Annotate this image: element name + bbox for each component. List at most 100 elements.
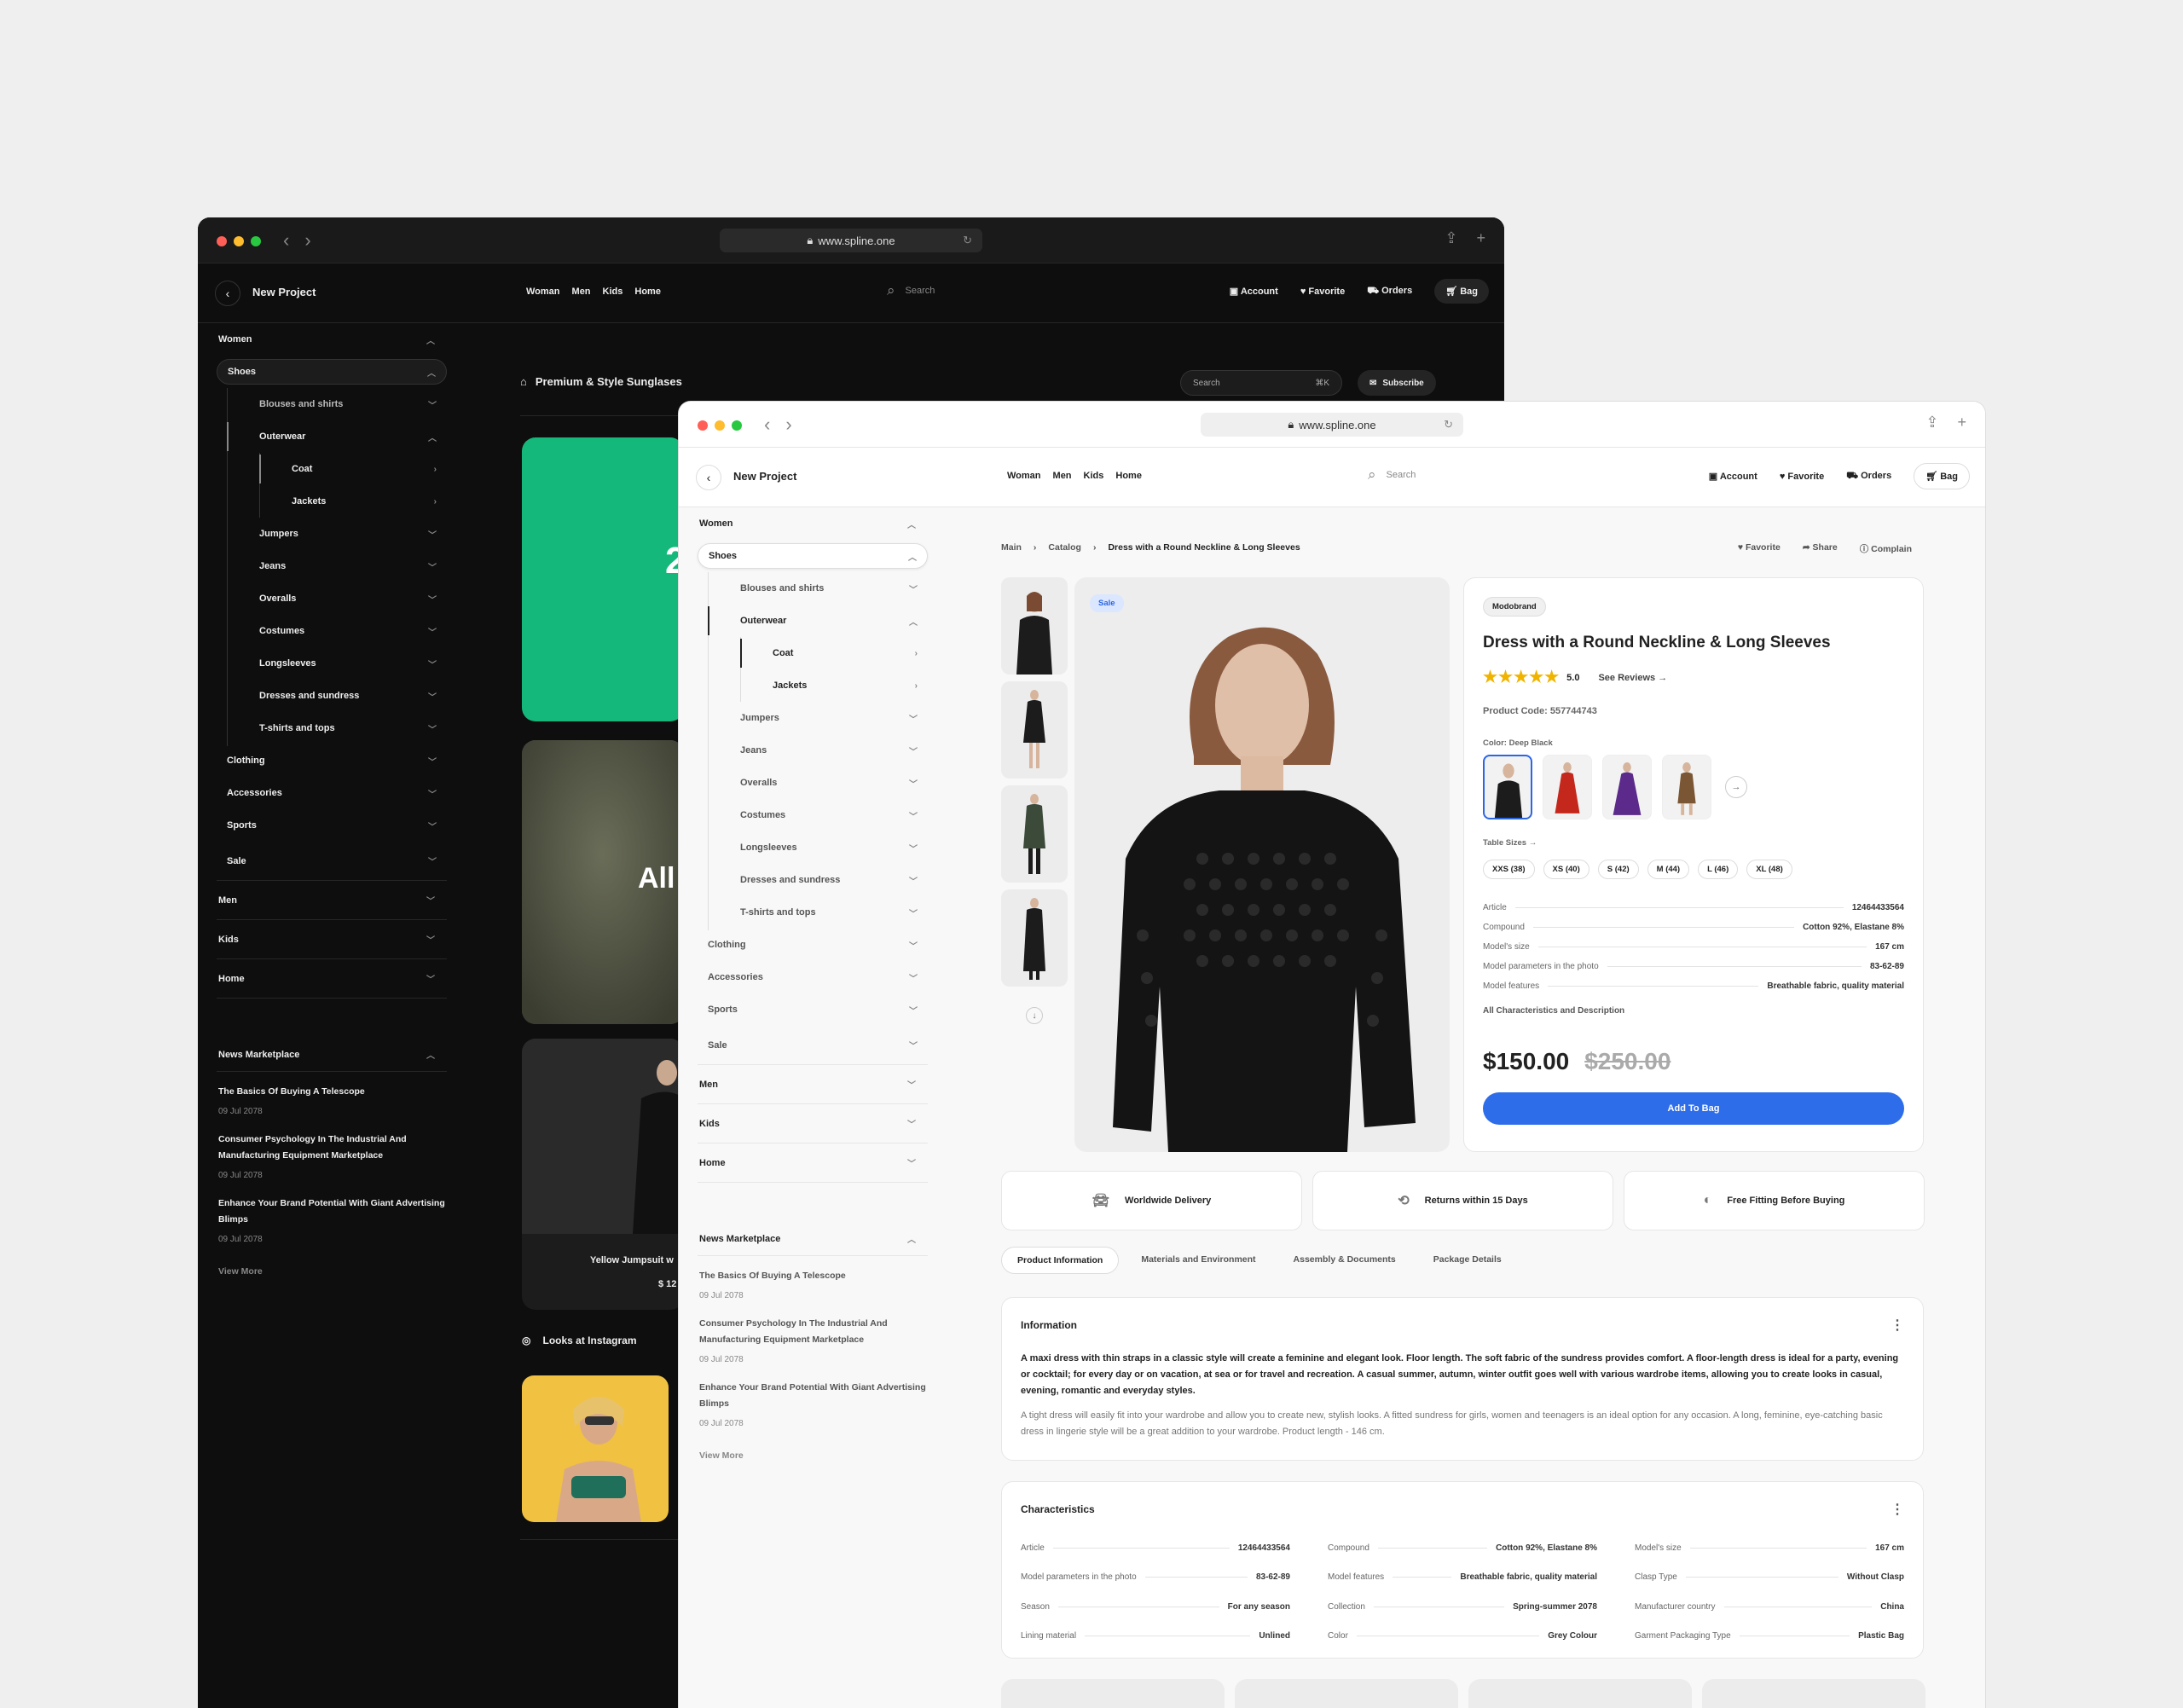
cat-overalls[interactable]: Overalls ﹀ <box>217 582 447 615</box>
cat-sports[interactable]: Sports ﹀ <box>217 809 447 842</box>
new-tab-icon[interactable]: + <box>1957 414 1966 431</box>
see-reviews-link[interactable]: See Reviews → <box>1598 673 1667 683</box>
cat-costumes[interactable]: Costumes ﹀ <box>698 799 928 831</box>
tab-package[interactable]: Package Details <box>1418 1247 1517 1274</box>
view-more-link[interactable]: View More <box>217 1248 447 1295</box>
reload-icon[interactable]: ↻ <box>963 234 972 247</box>
nav-home[interactable]: Home <box>1115 471 1142 481</box>
size-option[interactable]: XXS (38) <box>1483 860 1535 879</box>
cat-coat[interactable]: Coat › <box>217 453 447 485</box>
browser-nav-arrows[interactable]: ‹ › <box>764 414 792 436</box>
size-option[interactable]: XS (40) <box>1543 860 1589 879</box>
size-option[interactable]: S (42) <box>1597 860 1639 879</box>
tab-assembly[interactable]: Assembly & Documents <box>1278 1247 1411 1274</box>
thumbnail[interactable] <box>1001 785 1068 883</box>
thumbnail[interactable] <box>1001 889 1068 987</box>
account-link[interactable]: ▣ Account <box>1709 471 1757 482</box>
news-item[interactable]: Enhance Your Brand Potential With Giant … <box>217 1184 447 1248</box>
back-button[interactable]: ‹ <box>215 281 240 306</box>
size-option[interactable]: XL (48) <box>1746 860 1792 879</box>
view-more-link[interactable]: View More <box>698 1432 928 1479</box>
news-header[interactable]: News Marketplace ︿ <box>217 1038 447 1072</box>
cat-clothing[interactable]: Clothing ﹀ <box>217 744 447 777</box>
reload-icon[interactable]: ↻ <box>1444 418 1453 431</box>
cat-sale[interactable]: Sale ﹀ <box>698 1026 928 1065</box>
related-product-card[interactable] <box>1235 1679 1458 1708</box>
share-icon[interactable]: ⇪ <box>1925 414 1938 431</box>
color-swatch-purple[interactable] <box>1602 755 1652 819</box>
cat-dresses[interactable]: Dresses and sundress ﹀ <box>698 864 928 896</box>
nav-men[interactable]: Men <box>572 287 591 297</box>
cat-outerwear[interactable]: Outerwear ︿ <box>698 605 928 637</box>
cat-kids[interactable]: Kids ﹀ <box>217 920 447 959</box>
promo-card-green[interactable]: 2 <box>522 437 686 721</box>
orders-link[interactable]: ⛟ Orders <box>1846 471 1891 483</box>
news-item[interactable]: The Basics Of Buying A Telescope 09 Jul 2… <box>217 1072 447 1120</box>
cat-home[interactable]: Home ﹀ <box>217 959 447 999</box>
cat-jumpers[interactable]: Jumpers ﹀ <box>217 518 447 550</box>
complain-action[interactable]: ⓘ Complain <box>1860 542 1912 555</box>
browser-nav-arrows[interactable]: ‹ › <box>283 229 311 252</box>
table-sizes-link[interactable]: Table Sizes → <box>1483 838 1904 848</box>
cat-overalls[interactable]: Overalls ﹀ <box>698 767 928 799</box>
address-bar[interactable]: 🔒︎ www.spline.one ↻ <box>720 229 982 252</box>
subscribe-button[interactable]: ✉ Subscribe <box>1358 370 1436 396</box>
nav-kids[interactable]: Kids <box>603 287 623 297</box>
arrow-right-icon[interactable]: → <box>1725 776 1747 798</box>
news-item[interactable]: The Basics Of Buying A Telescope 09 Jul 2… <box>698 1256 928 1304</box>
more-vertical-icon[interactable]: ⋮ <box>1891 1317 1904 1334</box>
product-card[interactable]: Yellow Jumpsuit w $ 12 <box>522 1039 684 1310</box>
cat-tshirts[interactable]: T-shirts and tops ﹀ <box>698 896 928 929</box>
related-product-card[interactable] <box>1001 1679 1225 1708</box>
all-characteristics-link[interactable]: All Characteristics and Description <box>1483 1006 1904 1016</box>
color-swatch-black[interactable] <box>1483 755 1532 819</box>
cat-men[interactable]: Men ﹀ <box>698 1065 928 1104</box>
cat-longsleeves[interactable]: Longsleeves ﹀ <box>698 831 928 864</box>
forward-arrow-icon[interactable]: › <box>304 229 310 252</box>
back-arrow-icon[interactable]: ‹ <box>764 414 770 436</box>
related-product-card[interactable] <box>1702 1679 1925 1708</box>
size-option[interactable]: M (44) <box>1647 860 1690 879</box>
thumbnail[interactable] <box>1001 681 1068 779</box>
cat-sale[interactable]: Sale ﹀ <box>217 842 447 881</box>
cat-blouses[interactable]: Blouses and shirts ﹀ <box>698 572 928 605</box>
cat-sports[interactable]: Sports ﹀ <box>698 993 928 1026</box>
cat-accessories[interactable]: Accessories ﹀ <box>217 777 447 809</box>
search-input[interactable]: ⌕ Search <box>1368 466 1416 483</box>
window-controls[interactable] <box>698 420 742 431</box>
nav-kids[interactable]: Kids <box>1084 471 1104 481</box>
promo-card-olive[interactable]: All <box>522 740 684 1024</box>
cat-longsleeves[interactable]: Longsleeves ﹀ <box>217 647 447 680</box>
tab-product-information[interactable]: Product Information <box>1001 1247 1120 1274</box>
cat-home[interactable]: Home ﹀ <box>698 1143 928 1183</box>
cat-blouses[interactable]: Blouses and shirts ﹀ <box>217 388 447 420</box>
back-button[interactable]: ‹ <box>696 465 721 490</box>
cat-jackets[interactable]: Jackets › <box>217 485 447 518</box>
cat-shoes[interactable]: Shoes ︿ <box>217 359 447 385</box>
add-to-bag-button[interactable]: Add To Bag <box>1483 1092 1904 1125</box>
cat-coat[interactable]: Coat › <box>698 637 928 669</box>
nav-woman[interactable]: Woman <box>1007 471 1041 481</box>
cat-dresses[interactable]: Dresses and sundress ﹀ <box>217 680 447 712</box>
scroll-down-icon[interactable]: ↓ <box>1026 1007 1043 1024</box>
cat-jumpers[interactable]: Jumpers ﹀ <box>698 702 928 734</box>
news-item[interactable]: Consumer Psychology In The Industrial An… <box>217 1120 447 1184</box>
cat-tshirts[interactable]: T-shirts and tops ﹀ <box>217 712 447 744</box>
favorite-link[interactable]: ♥ Favorite <box>1780 472 1824 482</box>
size-option[interactable]: L (46) <box>1698 860 1739 879</box>
cat-women[interactable]: Women ︿ <box>217 323 447 356</box>
bag-button[interactable]: 🛒︎ Bag <box>1434 279 1489 304</box>
cat-accessories[interactable]: Accessories ﹀ <box>698 961 928 993</box>
nav-woman[interactable]: Woman <box>526 287 560 297</box>
cat-jackets[interactable]: Jackets › <box>698 669 928 702</box>
color-swatch-red[interactable] <box>1543 755 1592 819</box>
crumb-main[interactable]: Main <box>1001 542 1022 553</box>
cat-jeans[interactable]: Jeans ﹀ <box>698 734 928 767</box>
share-action[interactable]: ➦ Share <box>1803 542 1838 555</box>
more-vertical-icon[interactable]: ⋮ <box>1891 1501 1904 1518</box>
new-tab-icon[interactable]: + <box>1476 229 1485 247</box>
news-item[interactable]: Enhance Your Brand Potential With Giant … <box>698 1368 928 1432</box>
cat-kids[interactable]: Kids ﹀ <box>698 1104 928 1143</box>
cat-jeans[interactable]: Jeans ﹀ <box>217 550 447 582</box>
small-search-input[interactable]: Search ⌘K <box>1180 370 1342 396</box>
